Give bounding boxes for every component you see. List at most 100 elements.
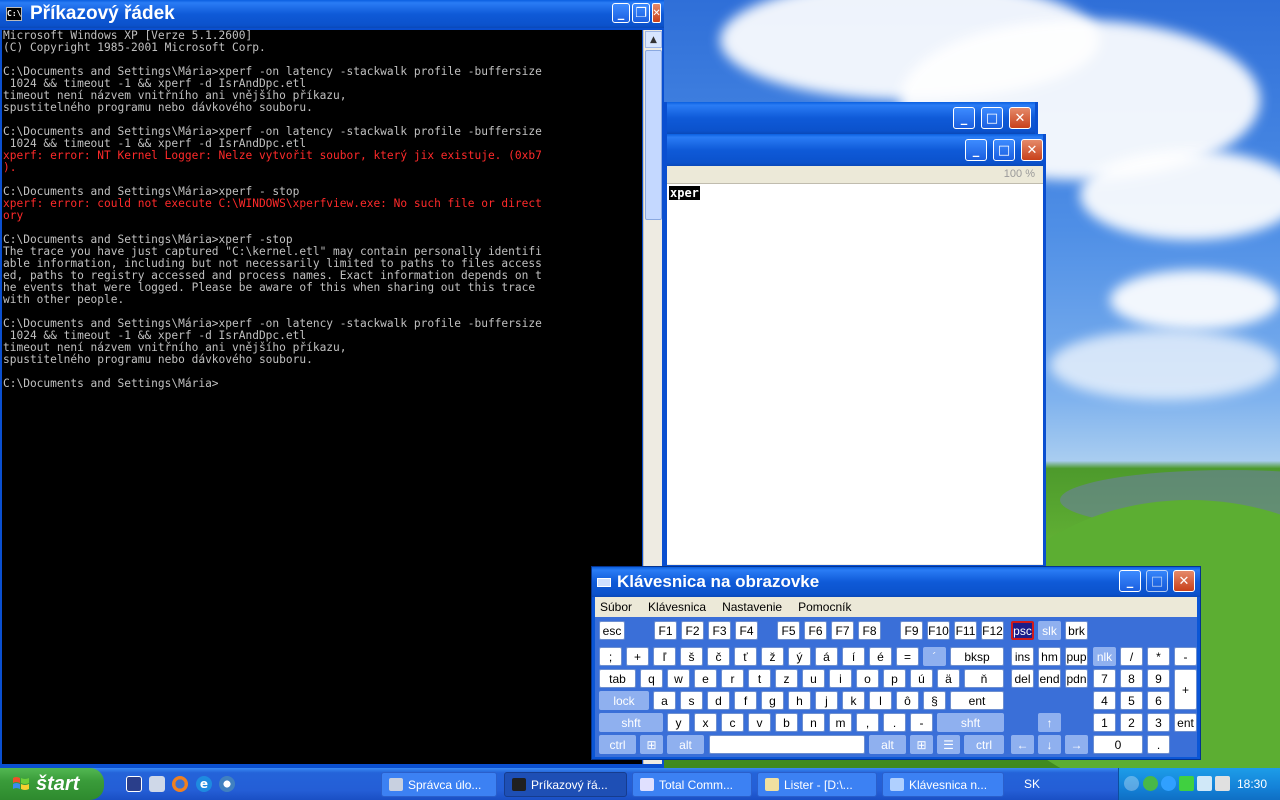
key[interactable]: pdn [1065,669,1088,688]
key[interactable]: 2 [1120,713,1143,732]
key[interactable]: + [1174,669,1197,710]
key[interactable]: t [748,669,771,688]
key[interactable]: ž [761,647,784,666]
osk-menu-item[interactable]: Klávesnica [648,600,706,614]
key[interactable]: esc [599,621,625,640]
key[interactable]: r [721,669,744,688]
key[interactable]: ť [734,647,757,666]
key[interactable]: F3 [708,621,731,640]
key[interactable]: x [694,713,717,732]
key[interactable]: d [707,691,730,710]
key[interactable]: ctrl [599,735,636,754]
key[interactable]: lock [599,691,649,710]
key[interactable]: ô [896,691,919,710]
key[interactable]: h [788,691,811,710]
key[interactable]: ent [950,691,1004,710]
scroll-up-arrow[interactable]: ▲ [645,31,662,48]
save-icon[interactable] [126,776,142,792]
internet-explorer-icon[interactable]: e [196,776,212,792]
key[interactable]: ⊞ [910,735,933,754]
key[interactable]: w [667,669,690,688]
battery-icon[interactable] [1179,776,1194,791]
maximize-button[interactable]: □ [993,139,1015,161]
key[interactable]: ľ [653,647,676,666]
key[interactable]: F2 [681,621,704,640]
console-output[interactable]: Microsoft Windows XP [Verze 5.1.2600] (C)… [2,30,642,764]
taskbar-button[interactable]: Total Comm... [632,772,752,797]
close-button[interactable]: ✕ [1009,107,1031,129]
close-button[interactable]: ✕ [652,3,661,23]
key[interactable]: b [775,713,798,732]
key[interactable]: 1 [1093,713,1116,732]
monitor-icon[interactable] [1197,776,1212,791]
key[interactable]: ctrl [964,735,1004,754]
key[interactable]: slk [1038,621,1061,640]
minimize-button[interactable]: _ [965,139,987,161]
key[interactable]: n [802,713,825,732]
key[interactable]: v [748,713,771,732]
key[interactable]: 6 [1147,691,1170,710]
osk-menu-item[interactable]: Pomocník [798,600,851,614]
key[interactable]: F12 [981,621,1004,640]
key[interactable]: ň [964,669,1004,688]
restore-button[interactable]: ❐ [632,3,650,23]
key[interactable]: hm [1038,647,1061,666]
key[interactable]: ↑ [1038,713,1061,732]
taskbar-button[interactable]: Správca úlo... [381,772,497,797]
key[interactable]: F6 [804,621,827,640]
key[interactable]: shft [937,713,1004,732]
key[interactable]: F1 [654,621,677,640]
key[interactable]: ins [1011,647,1034,666]
key[interactable]: 5 [1120,691,1143,710]
key[interactable]: z [775,669,798,688]
key[interactable]: 9 [1147,669,1170,688]
key[interactable]: 7 [1093,669,1116,688]
key[interactable]: ; [599,647,622,666]
key[interactable]: - [910,713,933,732]
language-indicator[interactable]: SK [1016,768,1112,800]
key[interactable]: alt [869,735,906,754]
osk-menu-item[interactable]: Nastavenie [722,600,782,614]
minimize-button[interactable]: _ [953,107,975,129]
key[interactable]: / [1120,647,1143,666]
key[interactable]: ← [1011,735,1034,754]
key[interactable]: del [1011,669,1034,688]
key[interactable]: p [883,669,906,688]
key[interactable]: F10 [927,621,950,640]
close-button[interactable]: ✕ [1021,139,1043,161]
key[interactable]: i [829,669,852,688]
key[interactable]: F7 [831,621,854,640]
key[interactable]: . [1147,735,1170,754]
key[interactable]: tab [599,669,636,688]
maximize-button[interactable]: □ [981,107,1003,129]
key[interactable]: j [815,691,838,710]
key[interactable]: alt [667,735,704,754]
key[interactable]: ú [910,669,933,688]
key[interactable]: g [761,691,784,710]
key[interactable]: § [923,691,946,710]
taskbar-button[interactable]: Lister - [D:\... [757,772,877,797]
key[interactable]: F11 [954,621,977,640]
key[interactable]: nlk [1093,647,1116,666]
taskbar-button[interactable]: Príkazový řá... [504,772,627,797]
key[interactable]: * [1147,647,1170,666]
key[interactable]: F5 [777,621,800,640]
key[interactable]: é [869,647,892,666]
key[interactable]: f [734,691,757,710]
key[interactable]: 4 [1093,691,1116,710]
key[interactable]: á [815,647,838,666]
key[interactable]: ä [937,669,960,688]
firefox-icon[interactable] [172,776,188,792]
maximize-button[interactable]: □ [1146,570,1168,592]
key[interactable]: ☰ [937,735,960,754]
minimize-button[interactable]: _ [1119,570,1141,592]
antivirus-icon[interactable] [1161,776,1176,791]
speaker-icon[interactable] [1215,776,1230,791]
taskbar-button[interactable]: Klávesnica n... [882,772,1004,797]
key[interactable]: F8 [858,621,881,640]
key[interactable]: 3 [1147,713,1170,732]
close-button[interactable]: ✕ [1173,570,1195,592]
osk-menu-item[interactable]: Súbor [600,600,632,614]
key[interactable]: č [707,647,730,666]
key[interactable]: 0 [1093,735,1143,754]
